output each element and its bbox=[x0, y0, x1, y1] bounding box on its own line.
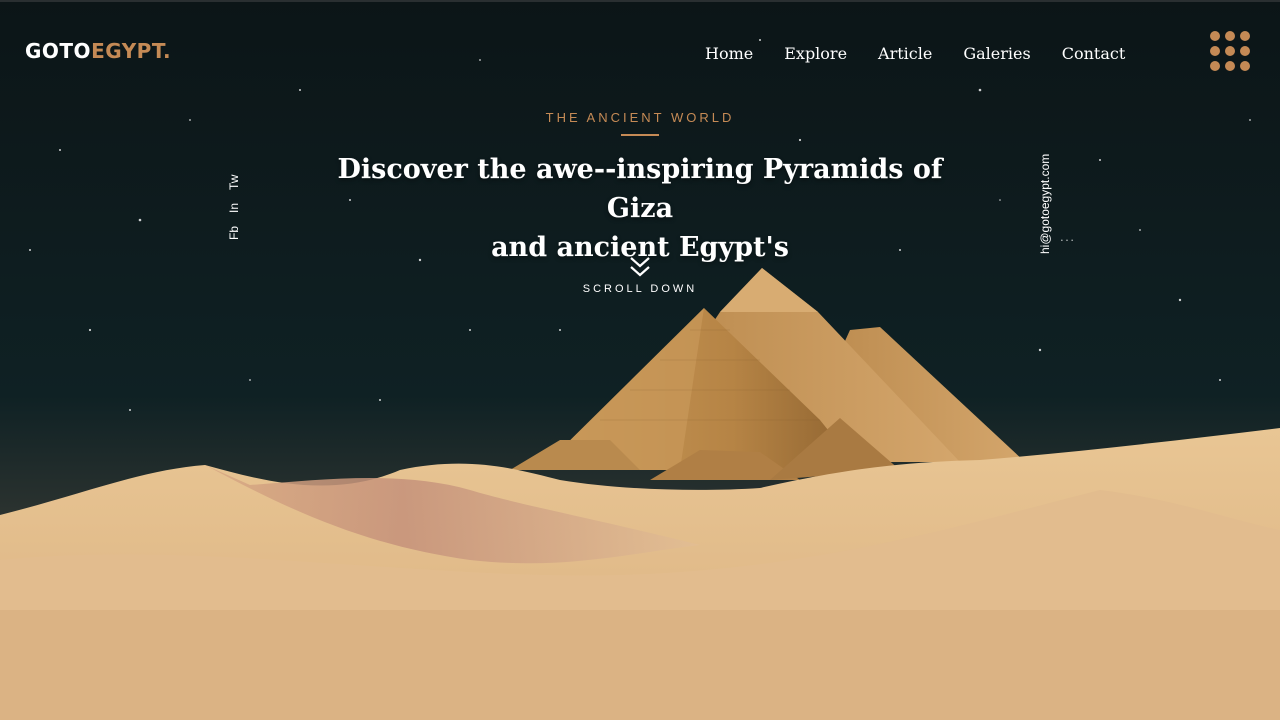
logo-part-goto: GOTO bbox=[25, 39, 92, 63]
dot bbox=[1240, 61, 1250, 71]
nav-contact[interactable]: Contact bbox=[1062, 44, 1126, 64]
hero-background bbox=[0, 0, 1280, 720]
dot bbox=[1210, 61, 1220, 71]
hero-title: Discover the awe--inspiring Pyramids of … bbox=[320, 150, 960, 267]
decorative-dots: • • • bbox=[1061, 238, 1075, 244]
top-border bbox=[0, 0, 1280, 2]
social-instagram[interactable]: In bbox=[226, 203, 242, 213]
social-twitter[interactable]: Tw bbox=[226, 175, 242, 190]
scroll-down-label: SCROLL DOWN bbox=[582, 283, 698, 295]
scroll-down-button[interactable]: SCROLL DOWN bbox=[560, 256, 720, 296]
nav-explore[interactable]: Explore bbox=[784, 44, 847, 64]
site-logo[interactable]: GOTOEGYPT. bbox=[25, 38, 171, 64]
dot bbox=[1225, 61, 1235, 71]
nav-galeries[interactable]: Galeries bbox=[963, 44, 1030, 64]
eyebrow-underline bbox=[621, 134, 659, 136]
contact-email[interactable]: hi@gotoegypt.com bbox=[1037, 154, 1053, 254]
hero-eyebrow: THE ANCIENT WORLD bbox=[545, 110, 735, 125]
social-facebook[interactable]: Fb bbox=[226, 226, 242, 240]
double-chevron-down-icon bbox=[630, 257, 650, 277]
dot bbox=[1225, 31, 1235, 41]
dot bbox=[1240, 31, 1250, 41]
social-links: Fb In Tw bbox=[226, 175, 242, 240]
dot bbox=[1225, 46, 1235, 56]
hero-title-line1: Discover the awe--inspiring Pyramids of … bbox=[337, 154, 943, 224]
nav-article[interactable]: Article bbox=[878, 44, 932, 64]
nav-home[interactable]: Home bbox=[705, 44, 753, 64]
dot bbox=[1210, 31, 1220, 41]
logo-part-egypt: EGYPT. bbox=[91, 39, 172, 63]
dot bbox=[1240, 46, 1250, 56]
main-nav: Home Explore Article Galeries Contact bbox=[705, 44, 1125, 64]
dot bbox=[1210, 46, 1220, 56]
grid-dots-icon[interactable] bbox=[1210, 31, 1252, 73]
